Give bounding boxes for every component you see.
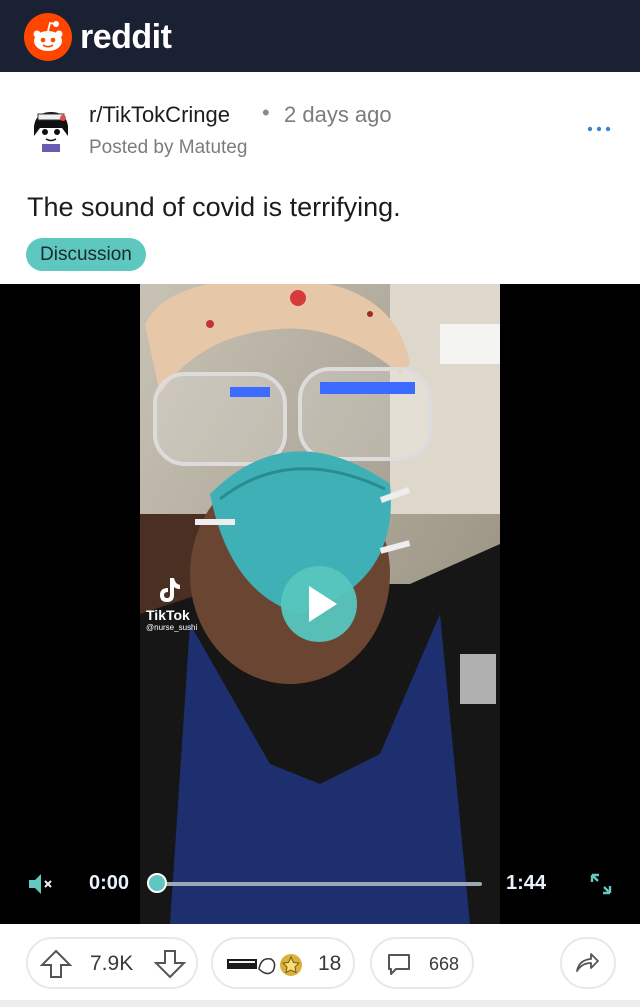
bottom-divider bbox=[0, 1000, 640, 1007]
comment-icon bbox=[388, 954, 410, 975]
current-time: 0:00 bbox=[89, 872, 130, 894]
seek-thumb[interactable] bbox=[147, 873, 167, 893]
vote-count: 7.9K bbox=[90, 952, 134, 975]
award-icon bbox=[227, 954, 302, 976]
separator-dot: • bbox=[262, 100, 270, 125]
play-button[interactable] bbox=[281, 566, 357, 642]
app-name: reddit bbox=[80, 17, 172, 56]
share-icon bbox=[576, 953, 599, 972]
play-icon bbox=[309, 586, 337, 622]
upvote-icon[interactable] bbox=[40, 949, 72, 979]
seek-track[interactable] bbox=[158, 882, 482, 886]
tiktok-watermark-name: TikTok bbox=[146, 607, 190, 623]
reddit-logo[interactable]: reddit bbox=[24, 12, 172, 62]
subreddit-name[interactable]: r/TikTokCringe bbox=[89, 102, 230, 128]
post-age: 2 days ago bbox=[284, 102, 392, 127]
post-title[interactable]: The sound of covid is terrifying. bbox=[27, 192, 401, 223]
mute-icon[interactable] bbox=[27, 872, 55, 896]
award-count: 18 bbox=[318, 952, 342, 975]
comment-count: 668 bbox=[429, 954, 460, 974]
tiktok-logo-icon bbox=[160, 578, 180, 602]
more-options-icon[interactable] bbox=[584, 119, 614, 139]
downvote-icon[interactable] bbox=[154, 949, 186, 979]
post-flair[interactable]: Discussion bbox=[26, 238, 146, 271]
tiktok-watermark-handle: @nurse_sushi bbox=[146, 623, 198, 632]
posted-by[interactable]: Posted by Matuteg bbox=[89, 137, 247, 159]
expand-icon[interactable] bbox=[590, 873, 612, 895]
reddit-logo-icon bbox=[24, 13, 72, 61]
top-bar: reddit bbox=[0, 0, 640, 72]
subreddit-avatar[interactable] bbox=[26, 106, 76, 156]
video-duration: 1:44 bbox=[506, 872, 547, 894]
